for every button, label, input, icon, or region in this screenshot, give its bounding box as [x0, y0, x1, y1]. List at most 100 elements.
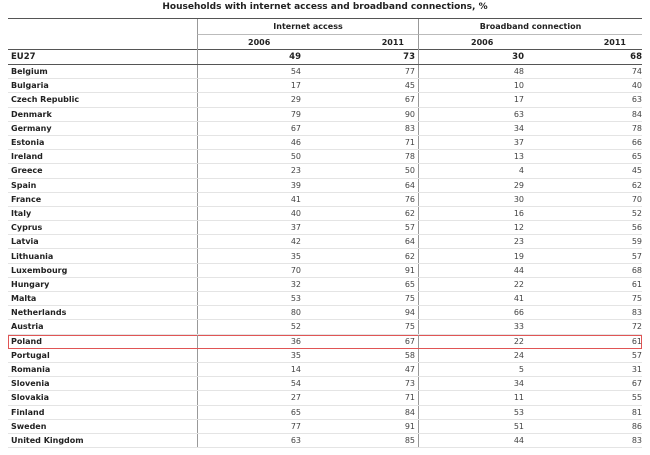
table-row: Slovenia 54 73 34 67 — [8, 377, 642, 392]
cell-broadband-2011: 65 — [631, 152, 642, 162]
cell-internet-2006: 67 — [197, 121, 307, 135]
cell-internet-2011: 64 — [404, 237, 415, 247]
cell-broadband-2011: 74 — [631, 67, 642, 77]
table-header: Internet access Broadband connection 200… — [8, 18, 642, 50]
cell-internet-2011: 50 — [404, 166, 415, 176]
cell-broadband-2011: 75 — [631, 294, 642, 304]
table-row: Luxembourg 70 91 44 68 — [8, 263, 642, 278]
cell-internet-2011: 90 — [404, 109, 415, 119]
row-country: EU27 — [11, 52, 36, 62]
row-country: Bulgaria — [11, 81, 49, 91]
cell-broadband-2011: 40 — [631, 81, 642, 91]
row-country: Denmark — [11, 109, 52, 119]
cell-internet-2006: 29 — [197, 93, 307, 107]
cell-internet-2011: 62 — [404, 208, 415, 218]
cell-internet-2011: 62 — [404, 251, 415, 261]
cell-broadband-2011: 83 — [631, 308, 642, 318]
table-row: Ireland 50 78 13 65 — [8, 150, 642, 165]
cell-internet-2011: 85 — [404, 435, 415, 445]
cell-broadband-2006: 51 — [418, 419, 530, 433]
table-row: Cyprus 37 57 12 56 — [8, 221, 642, 236]
cell-internet-2011: 73 — [403, 52, 415, 62]
cell-broadband-2006: 24 — [418, 348, 530, 362]
cell-internet-2011: 75 — [404, 294, 415, 304]
table-row: Hungary 32 65 22 61 — [8, 277, 642, 292]
cell-internet-2011: 67 — [404, 336, 415, 346]
table-row: United Kingdom 63 85 44 83 — [8, 433, 642, 449]
table-row: Sweden 77 91 51 86 — [8, 419, 642, 434]
header-year-2011-broadband: 2011 — [603, 38, 626, 47]
cell-internet-2006: 50 — [197, 150, 307, 164]
cell-internet-2011: 71 — [404, 393, 415, 403]
cell-broadband-2006: 41 — [418, 292, 530, 306]
table-row: Bulgaria 17 45 10 40 — [8, 79, 642, 94]
cell-broadband-2006: 44 — [418, 263, 530, 277]
cell-internet-2006: 14 — [197, 362, 307, 377]
cell-broadband-2006: 12 — [418, 221, 530, 235]
cell-broadband-2006: 34 — [418, 121, 530, 135]
row-country: Finland — [11, 407, 45, 417]
table-row: Germany 67 83 34 78 — [8, 121, 642, 136]
header-broadband-connection: Broadband connection — [418, 19, 642, 35]
cell-broadband-2011: 78 — [631, 123, 642, 133]
cell-internet-2011: 91 — [404, 421, 415, 431]
cell-internet-2006: 32 — [197, 277, 307, 291]
cell-broadband-2006: 33 — [418, 320, 530, 334]
row-country: Latvia — [11, 237, 39, 247]
cell-internet-2006: 77 — [197, 419, 307, 433]
cell-broadband-2011: 83 — [631, 435, 642, 445]
row-country: Czech Republic — [11, 95, 80, 105]
table-row: Romania 14 47 5 31 — [8, 362, 642, 378]
cell-internet-2011: 84 — [404, 407, 415, 417]
row-country: Estonia — [11, 138, 45, 148]
cell-broadband-2006: 10 — [418, 79, 530, 93]
cell-internet-2011: 45 — [404, 81, 415, 91]
row-country: Slovakia — [11, 393, 50, 403]
cell-internet-2006: 63 — [197, 433, 307, 448]
cell-internet-2006: 27 — [197, 391, 307, 405]
cell-broadband-2006: 30 — [418, 192, 530, 206]
cell-internet-2006: 54 — [197, 377, 307, 391]
row-country: Austria — [11, 322, 44, 332]
cell-internet-2006: 49 — [197, 50, 307, 64]
cell-broadband-2006: 30 — [418, 50, 530, 64]
cell-internet-2006: 65 — [197, 405, 307, 419]
cell-broadband-2006: 17 — [418, 93, 530, 107]
header-year-2011-internet: 2011 — [381, 38, 404, 47]
row-country: Cyprus — [11, 223, 43, 233]
cell-broadband-2011: 62 — [631, 180, 642, 190]
table-row: Finland 65 84 53 81 — [8, 405, 642, 420]
table-row: Czech Republic 29 67 17 63 — [8, 93, 642, 108]
table-row: Austria 52 75 33 72 — [8, 320, 642, 335]
cell-internet-2011: 75 — [404, 322, 415, 332]
cell-broadband-2006: 19 — [418, 249, 530, 263]
table-title: Households with internet access and broa… — [162, 2, 488, 12]
row-country: Ireland — [11, 152, 43, 162]
cell-broadband-2006: 22 — [418, 334, 530, 348]
table-row: Spain 39 64 29 62 — [8, 178, 642, 193]
cell-internet-2011: 73 — [404, 379, 415, 389]
row-country: Luxembourg — [11, 265, 68, 275]
cell-broadband-2006: 53 — [418, 405, 530, 419]
cell-internet-2006: 36 — [197, 334, 307, 348]
row-country: Hungary — [11, 279, 50, 289]
cell-broadband-2011: 57 — [631, 251, 642, 261]
cell-internet-2011: 67 — [404, 95, 415, 105]
cell-broadband-2011: 61 — [631, 336, 642, 346]
table-row: Italy 40 62 16 52 — [8, 206, 642, 222]
row-country: Italy — [11, 208, 32, 218]
row-country: France — [11, 194, 42, 204]
header-year-2006-internet: 2006 — [197, 35, 307, 50]
cell-internet-2011: 94 — [404, 308, 415, 318]
table-row: Slovakia 27 71 11 55 — [8, 391, 642, 406]
cell-broadband-2006: 16 — [418, 206, 530, 221]
table-row: Estonia 46 71 37 66 — [8, 135, 642, 151]
cell-broadband-2006: 66 — [418, 306, 530, 320]
cell-internet-2006: 46 — [197, 135, 307, 150]
row-country: Belgium — [11, 67, 48, 77]
table-row: Portugal 35 58 24 57 — [8, 348, 642, 363]
cell-internet-2006: 17 — [197, 79, 307, 93]
data-table: Internet access Broadband connection 200… — [8, 18, 642, 449]
cell-broadband-2006: 44 — [418, 433, 530, 448]
row-country: Sweden — [11, 421, 47, 431]
